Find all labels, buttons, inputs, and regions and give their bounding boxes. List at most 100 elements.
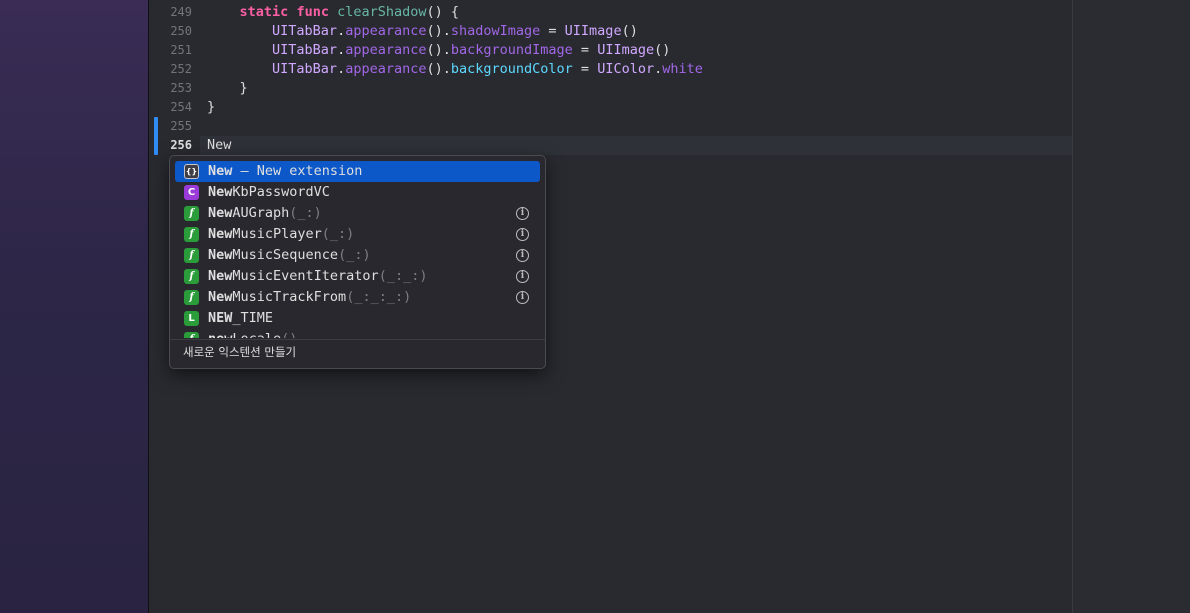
completion-label: NEW_TIME xyxy=(208,308,273,329)
code-token: appearance xyxy=(345,61,427,77)
line-number: 254 xyxy=(170,100,192,114)
info-icon[interactable]: i xyxy=(516,291,529,304)
code-token: } xyxy=(207,80,248,96)
completion-name: – New extension xyxy=(232,163,363,179)
code-token: UIImage xyxy=(597,42,655,58)
function-icon: f xyxy=(184,248,199,263)
completion-label: New – New extension xyxy=(208,161,362,182)
matched-text: new xyxy=(208,331,232,338)
matched-text: New xyxy=(208,205,233,221)
function-icon: f xyxy=(184,332,199,338)
line-number: 256 xyxy=(170,138,192,152)
code-token: (). xyxy=(426,42,451,58)
code-token: () { xyxy=(426,4,460,20)
code-text[interactable]: } xyxy=(207,98,215,117)
completion-name: AUGraph xyxy=(232,205,290,221)
completion-label: NewMusicPlayer(_:) xyxy=(208,224,354,245)
code-token: white xyxy=(662,61,703,77)
completion-name: MusicEventIterator xyxy=(232,268,379,284)
code-token: appearance xyxy=(345,42,427,58)
matched-text: New xyxy=(208,268,233,284)
code-token: (). xyxy=(426,61,451,77)
completion-item[interactable]: f NewMusicTrackFrom(_:_:_:) i xyxy=(175,287,540,308)
code-token: clearShadow xyxy=(337,4,427,20)
completion-label: NewMusicTrackFrom(_:_:_:) xyxy=(208,287,411,308)
line-number: 249 xyxy=(170,5,192,19)
completion-params: (_:_:_:) xyxy=(346,289,412,305)
completion-label: NewMusicSequence(_:) xyxy=(208,245,371,266)
completion-item[interactable]: f NewAUGraph(_:) i xyxy=(175,203,540,224)
code-token: } xyxy=(207,99,216,115)
code-token: backgroundImage xyxy=(450,42,573,58)
code-text[interactable]: static func clearShadow() { xyxy=(207,3,460,22)
info-icon[interactable]: i xyxy=(516,228,529,241)
completion-params: (_:) xyxy=(338,247,371,263)
code-text[interactable]: UITabBar.appearance().backgroundImage = … xyxy=(207,41,670,60)
code-token: = xyxy=(540,23,565,39)
line-number: 251 xyxy=(170,43,192,57)
code-token: backgroundColor xyxy=(450,61,573,77)
code-token: . xyxy=(654,61,663,77)
completion-item[interactable]: f NewMusicEventIterator(_:_:) i xyxy=(175,266,540,287)
info-icon[interactable]: i xyxy=(516,270,529,283)
completion-label: NewKbPasswordVC xyxy=(208,182,330,203)
function-icon: f xyxy=(184,227,199,242)
code-token: (). xyxy=(426,23,451,39)
code-token: . xyxy=(337,61,346,77)
code-text[interactable]: New xyxy=(207,136,231,155)
completion-params: (_:) xyxy=(289,205,322,221)
code-token: UIImage xyxy=(564,23,622,39)
literal-icon: L xyxy=(184,311,199,326)
completion-item[interactable]: {} New – New extension xyxy=(175,161,540,182)
function-icon: f xyxy=(184,206,199,221)
function-icon: f xyxy=(184,269,199,284)
completion-popup[interactable]: {} New – New extension C NewKbPasswordVC f Ne… xyxy=(169,155,546,369)
code-token: New xyxy=(207,137,232,153)
code-token: = xyxy=(572,61,598,77)
info-icon[interactable]: i xyxy=(516,249,529,262)
completion-divider xyxy=(170,339,545,340)
change-indicator-bar xyxy=(154,117,158,155)
code-token: UITabBar xyxy=(272,42,338,58)
completion-list[interactable]: {} New – New extension C NewKbPasswordVC f Ne… xyxy=(170,159,545,338)
code-text[interactable]: UITabBar.appearance().backgroundColor = … xyxy=(207,60,703,79)
function-icon: f xyxy=(184,290,199,305)
matched-text: New xyxy=(208,289,233,305)
matched-text: NEW xyxy=(208,310,233,326)
completion-item[interactable]: L NEW_TIME xyxy=(175,308,540,329)
completion-item[interactable]: f NewMusicSequence(_:) i xyxy=(175,245,540,266)
completion-name: MusicTrackFrom xyxy=(232,289,347,305)
completion-description: 새로운 익스텐션 만들기 xyxy=(183,345,297,359)
current-line-highlight xyxy=(200,136,1072,155)
line-number: 250 xyxy=(170,24,192,38)
code-text[interactable]: } xyxy=(207,79,248,98)
line-number: 255 xyxy=(170,119,192,133)
completion-item[interactable]: C NewKbPasswordVC xyxy=(175,182,540,203)
code-text[interactable]: UITabBar.appearance().shadowImage = UIIm… xyxy=(207,22,638,41)
sidebar xyxy=(0,0,148,613)
minimap[interactable] xyxy=(1073,0,1190,613)
code-token: () xyxy=(654,42,671,58)
completion-item[interactable]: f newLocale() xyxy=(175,329,540,338)
completion-name: Locale xyxy=(232,331,281,338)
code-token: static xyxy=(239,4,289,20)
matched-text: New xyxy=(208,226,233,242)
code-token: shadowImage xyxy=(450,23,541,39)
completion-label: NewMusicEventIterator(_:_:) xyxy=(208,266,427,287)
matched-text: New xyxy=(208,184,233,200)
completion-item[interactable]: f NewMusicPlayer(_:) i xyxy=(175,224,540,245)
completion-name: MusicSequence xyxy=(232,247,339,263)
completion-params: () xyxy=(281,331,297,338)
info-icon[interactable]: i xyxy=(516,207,529,220)
matched-text: New xyxy=(208,163,233,179)
completion-name: KbPasswordVC xyxy=(232,184,330,200)
line-number: 252 xyxy=(170,62,192,76)
code-token: UITabBar xyxy=(272,23,338,39)
class-icon: C xyxy=(184,185,199,200)
code-token: func xyxy=(296,4,329,20)
completion-name: MusicPlayer xyxy=(232,226,322,242)
